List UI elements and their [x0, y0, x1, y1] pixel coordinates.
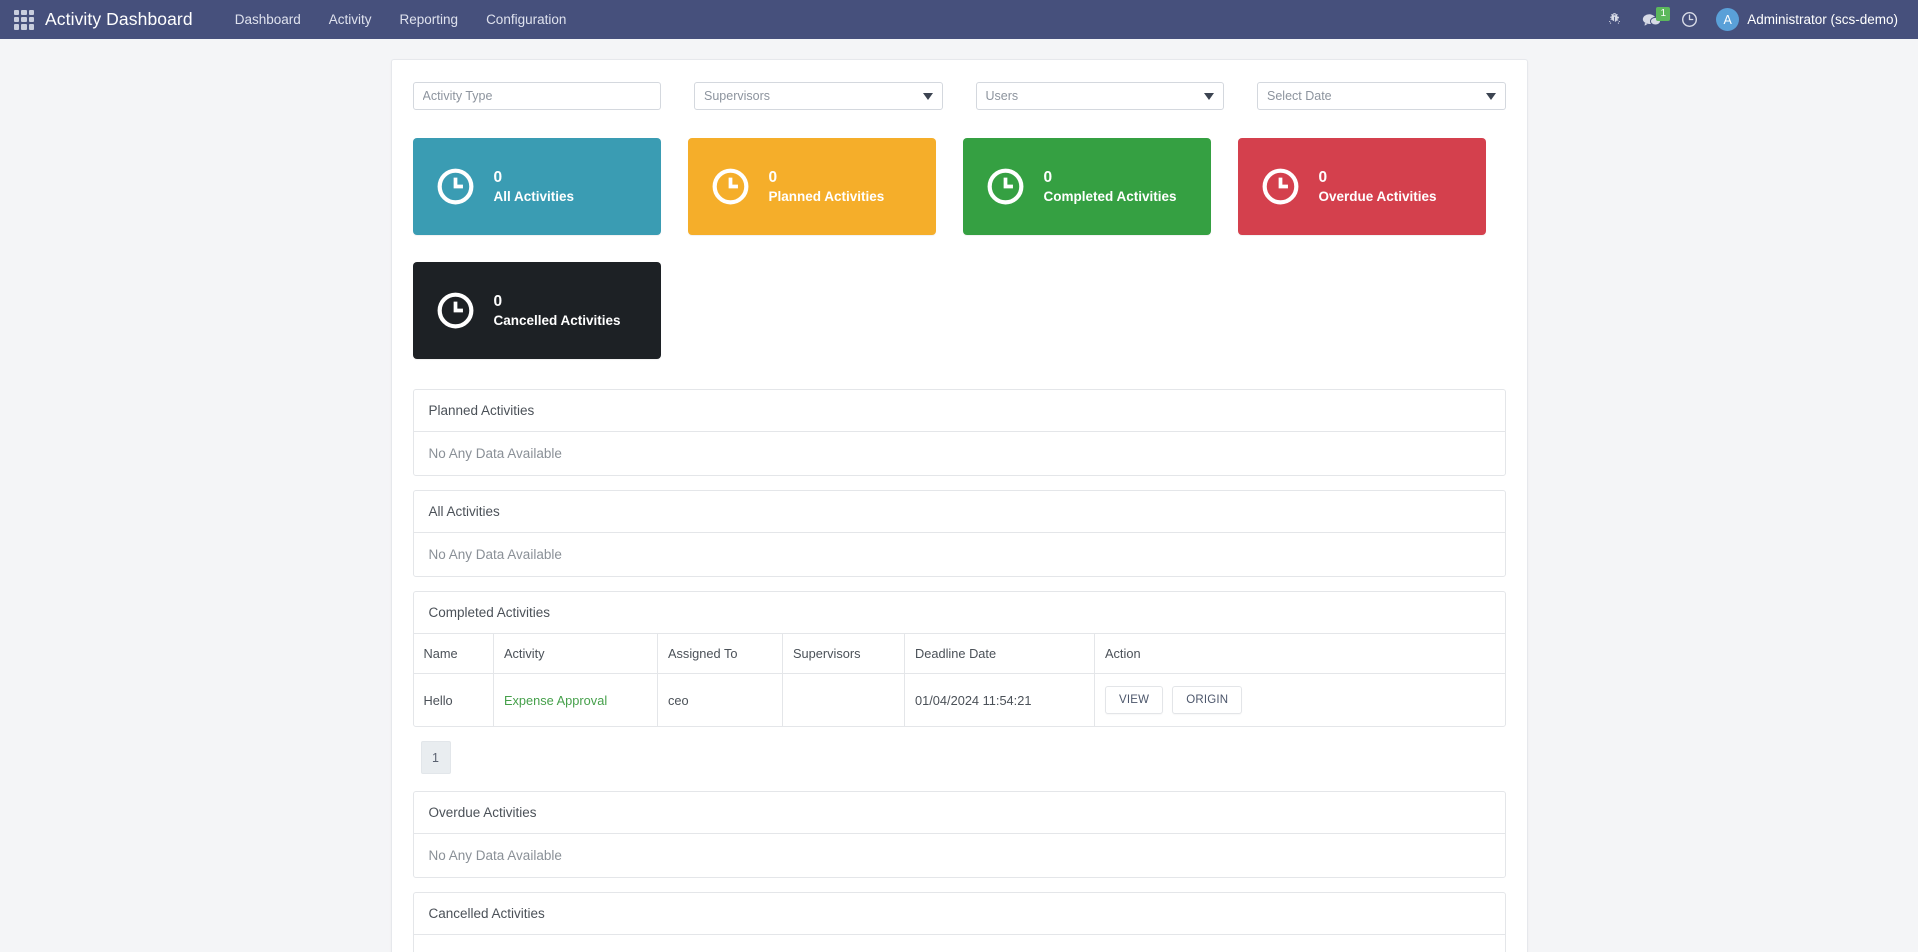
panel-planned-activities: Planned Activities No Any Data Available — [413, 389, 1506, 476]
table-row: Hello Expense Approval ceo 01/04/2024 11… — [414, 674, 1505, 727]
select-date-value: Select Date — [1267, 89, 1332, 103]
user-name-label: Administrator (scs-demo) — [1747, 12, 1898, 27]
page-body: Supervisors Users Select Date — [0, 39, 1918, 952]
panel-overdue-activities: Overdue Activities No Any Data Available — [413, 791, 1506, 878]
navbar-left: Activity Dashboard Dashboard Activity Re… — [10, 2, 580, 37]
cell-name: Hello — [414, 674, 494, 727]
card-label: Planned Activities — [769, 190, 885, 204]
avatar: A — [1716, 8, 1739, 31]
clock-icon — [1260, 166, 1301, 207]
chevron-down-icon — [923, 93, 933, 100]
users-select-value: Users — [986, 89, 1019, 103]
nav-item-activity[interactable]: Activity — [315, 2, 386, 37]
panel-completed-activities: Completed Activities Name Activity Assig… — [413, 591, 1506, 727]
column-header-name: Name — [414, 634, 494, 674]
top-navbar: Activity Dashboard Dashboard Activity Re… — [0, 0, 1918, 39]
kpi-card-grid: 0 All Activities 0 Planned Activities — [413, 138, 1506, 359]
cell-action: VIEW ORIGIN — [1095, 674, 1505, 727]
filter-activity-type — [413, 82, 662, 110]
table-header-row: Name Activity Assigned To Supervisors De… — [414, 634, 1505, 674]
cell-assigned-to: ceo — [658, 674, 783, 727]
card-planned-activities[interactable]: 0 Planned Activities — [688, 138, 936, 235]
bug-icon[interactable] — [1597, 8, 1632, 31]
card-count: 0 — [494, 294, 621, 310]
nav-item-dashboard[interactable]: Dashboard — [221, 2, 315, 37]
navbar-right: 1 A Administrator (scs-demo) — [1597, 5, 1900, 34]
filter-select-date: Select Date — [1257, 82, 1506, 110]
column-header-deadline-date: Deadline Date — [905, 634, 1095, 674]
nav-item-reporting[interactable]: Reporting — [386, 2, 473, 37]
card-cancelled-activities[interactable]: 0 Cancelled Activities — [413, 262, 661, 359]
dashboard-container: Supervisors Users Select Date — [391, 59, 1528, 952]
pagination-page-1[interactable]: 1 — [421, 741, 451, 774]
panel-empty-message: No Any Data Available — [414, 834, 1505, 877]
column-header-activity: Activity — [494, 634, 658, 674]
messages-icon[interactable]: 1 — [1632, 8, 1671, 32]
panel-cancelled-activities: Cancelled Activities — [413, 892, 1506, 952]
column-header-assigned-to: Assigned To — [658, 634, 783, 674]
card-count: 0 — [1044, 170, 1177, 186]
completed-activities-table: Name Activity Assigned To Supervisors De… — [414, 634, 1505, 726]
clock-icon[interactable] — [1671, 7, 1708, 32]
card-label: All Activities — [494, 190, 575, 204]
clock-icon — [435, 166, 476, 207]
panel-title: Cancelled Activities — [414, 893, 1505, 935]
users-select[interactable]: Users — [976, 82, 1225, 110]
card-count: 0 — [494, 170, 575, 186]
card-label: Cancelled Activities — [494, 314, 621, 328]
card-all-activities[interactable]: 0 All Activities — [413, 138, 661, 235]
filter-users: Users — [976, 82, 1225, 110]
card-completed-activities[interactable]: 0 Completed Activities — [963, 138, 1211, 235]
supervisors-select[interactable]: Supervisors — [694, 82, 943, 110]
column-header-action: Action — [1095, 634, 1505, 674]
panel-title: All Activities — [414, 491, 1505, 533]
brand-title[interactable]: Activity Dashboard — [45, 9, 193, 30]
select-date-select[interactable]: Select Date — [1257, 82, 1506, 110]
cell-activity: Expense Approval — [494, 674, 658, 727]
clock-icon — [985, 166, 1026, 207]
row-action-group: VIEW ORIGIN — [1105, 686, 1495, 714]
activity-type-input[interactable] — [413, 82, 662, 110]
cell-supervisors — [783, 674, 905, 727]
panel-title: Planned Activities — [414, 390, 1505, 432]
filter-supervisors: Supervisors — [694, 82, 943, 110]
chevron-down-icon — [1486, 93, 1496, 100]
user-menu[interactable]: A Administrator (scs-demo) — [1708, 5, 1900, 34]
messages-badge: 1 — [1656, 7, 1670, 21]
panel-empty-message: No Any Data Available — [414, 432, 1505, 475]
panel-empty-message — [414, 935, 1505, 952]
card-label: Overdue Activities — [1319, 190, 1437, 204]
panel-all-activities: All Activities No Any Data Available — [413, 490, 1506, 577]
activity-link[interactable]: Expense Approval — [504, 693, 607, 708]
panel-empty-message: No Any Data Available — [414, 533, 1505, 576]
card-overdue-activities[interactable]: 0 Overdue Activities — [1238, 138, 1486, 235]
apps-grid-icon[interactable] — [14, 10, 34, 30]
chevron-down-icon — [1204, 93, 1214, 100]
card-count: 0 — [1319, 170, 1437, 186]
origin-button[interactable]: ORIGIN — [1172, 686, 1242, 714]
filter-bar: Supervisors Users Select Date — [413, 82, 1506, 110]
card-label: Completed Activities — [1044, 190, 1177, 204]
cell-deadline-date: 01/04/2024 11:54:21 — [905, 674, 1095, 727]
panel-title: Completed Activities — [414, 592, 1505, 634]
view-button[interactable]: VIEW — [1105, 686, 1163, 714]
card-count: 0 — [769, 170, 885, 186]
supervisors-select-value: Supervisors — [704, 89, 770, 103]
panel-title: Overdue Activities — [414, 792, 1505, 834]
column-header-supervisors: Supervisors — [783, 634, 905, 674]
pagination: 1 — [421, 741, 1506, 774]
clock-icon — [710, 166, 751, 207]
clock-icon — [435, 290, 476, 331]
primary-nav: Dashboard Activity Reporting Configurati… — [221, 2, 581, 37]
nav-item-configuration[interactable]: Configuration — [472, 2, 580, 37]
